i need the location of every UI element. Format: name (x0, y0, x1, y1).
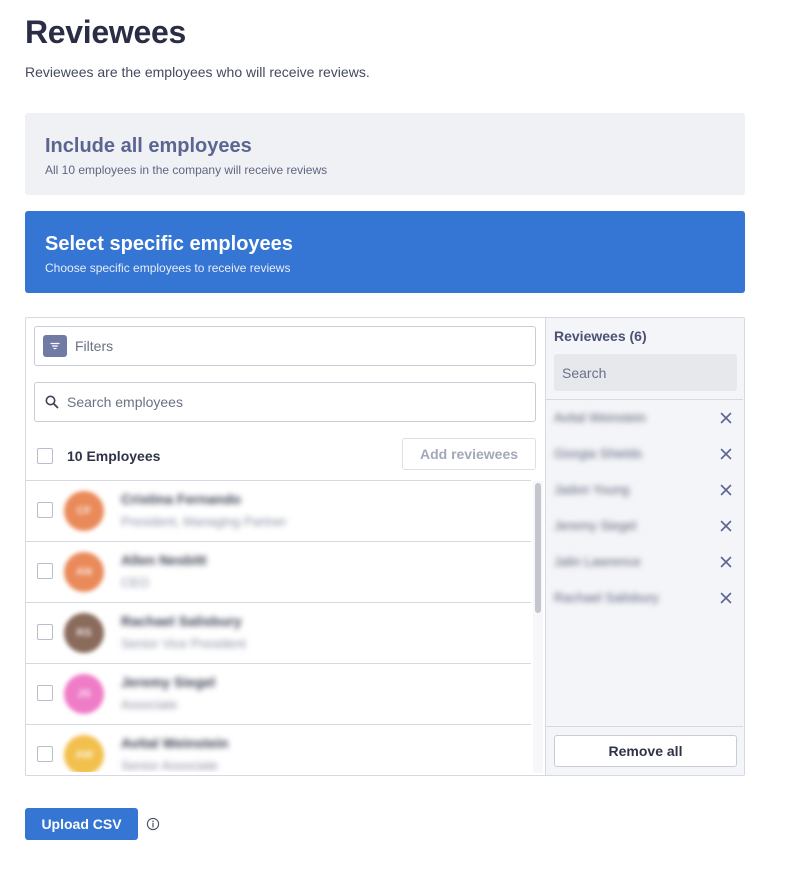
close-icon[interactable] (718, 410, 734, 426)
employee-checkbox[interactable] (37, 685, 53, 701)
avatar: CF (64, 491, 104, 531)
avatar: AN (64, 552, 104, 592)
select-specific-description: Choose specific employees to receive rev… (45, 261, 291, 275)
reviewee-item: Jeremy Siegel (546, 508, 743, 544)
reviewee-name: Jadon Young (554, 482, 630, 497)
filters-label: Filters (75, 338, 114, 354)
close-icon[interactable] (718, 482, 734, 498)
employee-title: Associate (121, 697, 178, 712)
list-item[interactable]: CF Cristina Fernando President, Managing… (26, 481, 531, 542)
reviewee-name: Giorgia Shields (554, 446, 643, 461)
employee-list-header: 10 Employees Add reviewees (26, 438, 545, 474)
employee-selector: Filters Search employees 10 Employees Ad… (25, 317, 745, 776)
search-employees-placeholder: Search employees (67, 394, 183, 410)
reviewees-search-input[interactable]: Search (554, 354, 737, 391)
employee-count: 10 Employees (67, 448, 161, 464)
employee-title: CEO (121, 575, 150, 590)
close-icon[interactable] (718, 518, 734, 534)
close-icon[interactable] (718, 446, 734, 462)
employee-name: Cristina Fernando (121, 491, 241, 507)
employee-checkbox[interactable] (37, 563, 53, 579)
reviewee-name: Jalin Lawrence (554, 554, 641, 569)
list-item[interactable]: RS Rachael Salisbury Senior Vice Preside… (26, 603, 531, 664)
close-icon[interactable] (718, 554, 734, 570)
remove-all-button[interactable]: Remove all (554, 735, 737, 767)
search-employees-input[interactable]: Search employees (34, 382, 536, 422)
search-icon (45, 395, 59, 409)
select-all-checkbox[interactable] (37, 448, 53, 464)
reviewee-item: Jadon Young (546, 472, 743, 508)
include-all-description: All 10 employees in the company will rec… (45, 163, 328, 177)
employee-name: Avital Weinstein (121, 735, 229, 751)
avatar: AW (64, 735, 104, 772)
scrollbar-thumb[interactable] (535, 483, 541, 613)
employee-checkbox[interactable] (37, 746, 53, 762)
employee-list: CF Cristina Fernando President, Managing… (26, 480, 531, 772)
filters-field[interactable]: Filters (34, 326, 536, 366)
include-all-option[interactable]: Include all employees All 10 employees i… (25, 113, 745, 195)
reviewee-item: Jalin Lawrence (546, 544, 743, 580)
page-title: Reviewees (25, 14, 186, 50)
add-reviewees-button[interactable]: Add reviewees (402, 438, 536, 470)
list-item[interactable]: JS Jeremy Siegel Associate (26, 664, 531, 725)
reviewee-name: Jeremy Siegel (554, 518, 637, 533)
include-all-title: Include all employees (45, 135, 252, 157)
list-item[interactable]: AW Avital Weinstein Senior Associate (26, 725, 531, 772)
employee-checkbox[interactable] (37, 624, 53, 640)
reviewees-pane: Reviewees (6) Search Avital Weinstein Gi… (545, 318, 744, 775)
list-item[interactable]: AN Allen Nesbitt CEO (26, 542, 531, 603)
reviewee-name: Avital Weinstein (554, 410, 647, 425)
reviewee-name: Rachael Salisbury (554, 590, 659, 605)
reviewee-item: Avital Weinstein (546, 400, 743, 436)
upload-csv-button[interactable]: Upload CSV (25, 808, 138, 840)
reviewees-list: Avital Weinstein Giorgia Shields Jadon Y… (546, 399, 743, 616)
select-specific-title: Select specific employees (45, 233, 293, 255)
reviewees-title: Reviewees (6) (554, 328, 647, 344)
info-icon[interactable] (146, 817, 160, 831)
employee-name: Rachael Salisbury (121, 613, 242, 629)
employee-pane: Filters Search employees 10 Employees Ad… (26, 318, 545, 775)
avatar: JS (64, 674, 104, 714)
employee-name: Allen Nesbitt (121, 552, 207, 568)
page-subtitle: Reviewees are the employees who will rec… (25, 64, 370, 80)
avatar: RS (64, 613, 104, 653)
employee-name: Jeremy Siegel (121, 674, 216, 690)
employee-title: Senior Associate (121, 758, 218, 772)
employee-checkbox[interactable] (37, 502, 53, 518)
close-icon[interactable] (718, 590, 734, 606)
employee-list-scrollbar[interactable] (533, 481, 543, 773)
employee-title: Senior Vice President (121, 636, 246, 651)
select-specific-option[interactable]: Select specific employees Choose specifi… (25, 211, 745, 293)
reviewees-footer: Remove all (546, 726, 743, 775)
employee-title: President, Managing Partner (121, 514, 287, 529)
reviewee-item: Rachael Salisbury (546, 580, 743, 616)
filter-icon[interactable] (43, 335, 67, 357)
reviewee-item: Giorgia Shields (546, 436, 743, 472)
